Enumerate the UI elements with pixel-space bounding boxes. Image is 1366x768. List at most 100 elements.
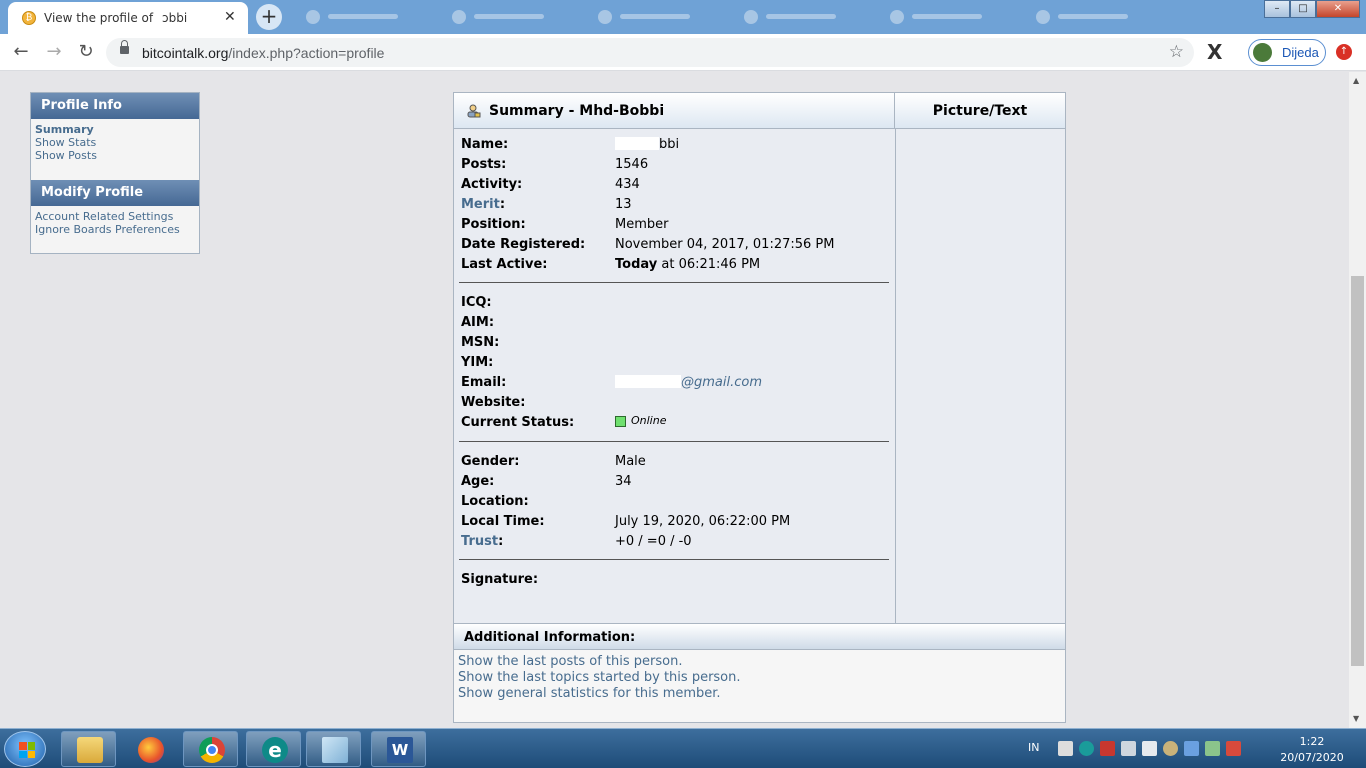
extension-x-icon[interactable]: X bbox=[1207, 40, 1222, 64]
tray-flag-icon[interactable] bbox=[1226, 741, 1241, 756]
word-button[interactable]: W bbox=[371, 731, 426, 767]
tray-security-icon[interactable] bbox=[1100, 741, 1115, 756]
field-value: Today at 06:21:46 PM bbox=[615, 257, 760, 272]
last-posts-link[interactable]: Show the last posts of this person. bbox=[458, 654, 682, 669]
url-path: /index.php?action=profile bbox=[228, 45, 385, 61]
file-explorer-button[interactable] bbox=[61, 731, 116, 767]
browser-tab[interactable] bbox=[884, 6, 1014, 28]
browser-toolbar: ← → ↻ bitcointalk.org/index.php?action=p… bbox=[0, 34, 1366, 71]
profile-menu: Profile Info Summary Show Stats Show Pos… bbox=[30, 92, 200, 254]
new-tab-button[interactable]: + bbox=[256, 4, 282, 30]
firefox-icon bbox=[138, 737, 164, 763]
menu-item-account-settings[interactable]: Account Related Settings bbox=[35, 210, 195, 223]
column-divider bbox=[895, 129, 896, 623]
summary-title: Summary - Mhd-Bobbi bbox=[489, 103, 665, 119]
tray-network-icon[interactable] bbox=[1142, 741, 1157, 756]
reload-icon[interactable]: ↻ bbox=[74, 41, 98, 65]
browser-tab[interactable] bbox=[446, 6, 576, 28]
field-value: 34 bbox=[615, 474, 632, 489]
field-label: Website: bbox=[461, 395, 526, 410]
field-value: Member bbox=[615, 217, 669, 232]
merit-link[interactable]: Merit bbox=[461, 197, 500, 212]
browser-tab[interactable] bbox=[1030, 6, 1160, 28]
field-value: 434 bbox=[615, 177, 640, 192]
notepad-button[interactable] bbox=[306, 731, 361, 767]
windows-start-icon[interactable] bbox=[4, 731, 46, 767]
field-label: Email: bbox=[461, 375, 507, 390]
scroll-down-arrow-icon[interactable]: ▼ bbox=[1353, 714, 1359, 723]
label-colon: : bbox=[498, 534, 504, 549]
address-bar[interactable]: bitcointalk.org/index.php?action=profile… bbox=[106, 38, 1194, 67]
picture-text-header: Picture/Text bbox=[895, 93, 1065, 129]
field-value: 13 bbox=[615, 197, 632, 212]
field-label: Merit: bbox=[461, 197, 505, 212]
general-stats-link[interactable]: Show general statistics for this member. bbox=[458, 686, 721, 701]
window-restore-button[interactable]: □ bbox=[1290, 0, 1316, 18]
browser-tab[interactable] bbox=[738, 6, 868, 28]
scroll-up-arrow-icon[interactable]: ▲ bbox=[1353, 76, 1359, 85]
menu-item-show-stats[interactable]: Show Stats bbox=[35, 136, 195, 149]
profile-button[interactable]: Dijeda bbox=[1248, 39, 1326, 66]
tray-app-icon[interactable] bbox=[1163, 741, 1178, 756]
field-value: +0 / =0 / -0 bbox=[615, 534, 692, 549]
field-value: Online bbox=[615, 413, 666, 428]
eset-button[interactable]: e bbox=[246, 731, 301, 767]
today-label: Today bbox=[615, 257, 658, 272]
field-label: Local Time: bbox=[461, 514, 545, 529]
forward-arrow-icon[interactable]: → bbox=[42, 41, 66, 65]
tray-volume-icon[interactable] bbox=[1121, 741, 1136, 756]
notepad-icon bbox=[322, 737, 348, 763]
lock-icon bbox=[120, 40, 129, 54]
field-label: Activity: bbox=[461, 177, 523, 192]
browser-tab-active[interactable]: ₿ View the profile of ɔbbi ✕ bbox=[8, 2, 248, 34]
redacted-block bbox=[615, 375, 681, 388]
scrollbar-thumb[interactable] bbox=[1351, 276, 1364, 666]
bookmark-star-icon[interactable]: ☆ bbox=[1169, 42, 1184, 62]
field-label: Gender: bbox=[461, 454, 520, 469]
picture-text-title: Picture/Text bbox=[932, 103, 1028, 119]
taskbar-clock[interactable]: 1:22 20/07/2020 bbox=[1272, 734, 1352, 766]
window-close-button[interactable]: ✕ bbox=[1316, 0, 1360, 18]
system-tray bbox=[1058, 741, 1241, 756]
chrome-button[interactable] bbox=[183, 731, 238, 767]
menu-item-show-posts[interactable]: Show Posts bbox=[35, 149, 195, 162]
language-indicator[interactable]: IN bbox=[1028, 741, 1039, 754]
clock-time: 1:22 bbox=[1299, 735, 1325, 748]
avatar bbox=[1253, 43, 1272, 62]
field-label: AIM: bbox=[461, 315, 495, 330]
field-label: ICQ: bbox=[461, 295, 492, 310]
redacted-block bbox=[615, 137, 659, 150]
profile-summary-icon bbox=[467, 104, 481, 118]
field-label: Date Registered: bbox=[461, 237, 586, 252]
tab-close-icon[interactable]: ✕ bbox=[224, 9, 236, 25]
tray-eset-icon[interactable] bbox=[1079, 741, 1094, 756]
summary-header: Summary - Mhd-Bobbi bbox=[454, 93, 895, 129]
tray-app-icon-2[interactable] bbox=[1184, 741, 1199, 756]
back-arrow-icon[interactable]: ← bbox=[9, 41, 33, 65]
field-label: Trust: bbox=[461, 534, 503, 549]
update-icon[interactable]: ↑ bbox=[1336, 44, 1352, 60]
firefox-button[interactable] bbox=[122, 731, 177, 767]
bitcoin-favicon-icon: ₿ bbox=[22, 11, 36, 25]
menu-item-ignore-boards[interactable]: Ignore Boards Preferences bbox=[35, 223, 195, 236]
profile-info-heading: Profile Info bbox=[31, 93, 199, 119]
field-label: Age: bbox=[461, 474, 495, 489]
field-value: 1546 bbox=[615, 157, 649, 172]
tab-title: View the profile of ɔbbi bbox=[44, 11, 188, 25]
additional-info-body: Show the last posts of this person. Show… bbox=[454, 650, 1065, 722]
field-label: Current Status: bbox=[461, 415, 575, 430]
chrome-icon bbox=[199, 737, 225, 763]
menu-item-summary[interactable]: Summary bbox=[35, 123, 195, 136]
email-link[interactable]: @gmail.com bbox=[681, 375, 762, 390]
trust-link[interactable]: Trust bbox=[461, 534, 498, 549]
folder-icon bbox=[77, 737, 103, 763]
url-domain: bitcointalk.org bbox=[142, 45, 229, 61]
browser-tab[interactable] bbox=[592, 6, 722, 28]
window-minimize-button[interactable]: – bbox=[1264, 0, 1290, 18]
tray-app-icon-3[interactable] bbox=[1205, 741, 1220, 756]
label-colon: : bbox=[499, 197, 506, 212]
tray-monitor-icon[interactable] bbox=[1058, 741, 1073, 756]
browser-tab[interactable] bbox=[300, 6, 430, 28]
divider bbox=[459, 441, 889, 442]
last-topics-link[interactable]: Show the last topics started by this per… bbox=[458, 670, 741, 685]
